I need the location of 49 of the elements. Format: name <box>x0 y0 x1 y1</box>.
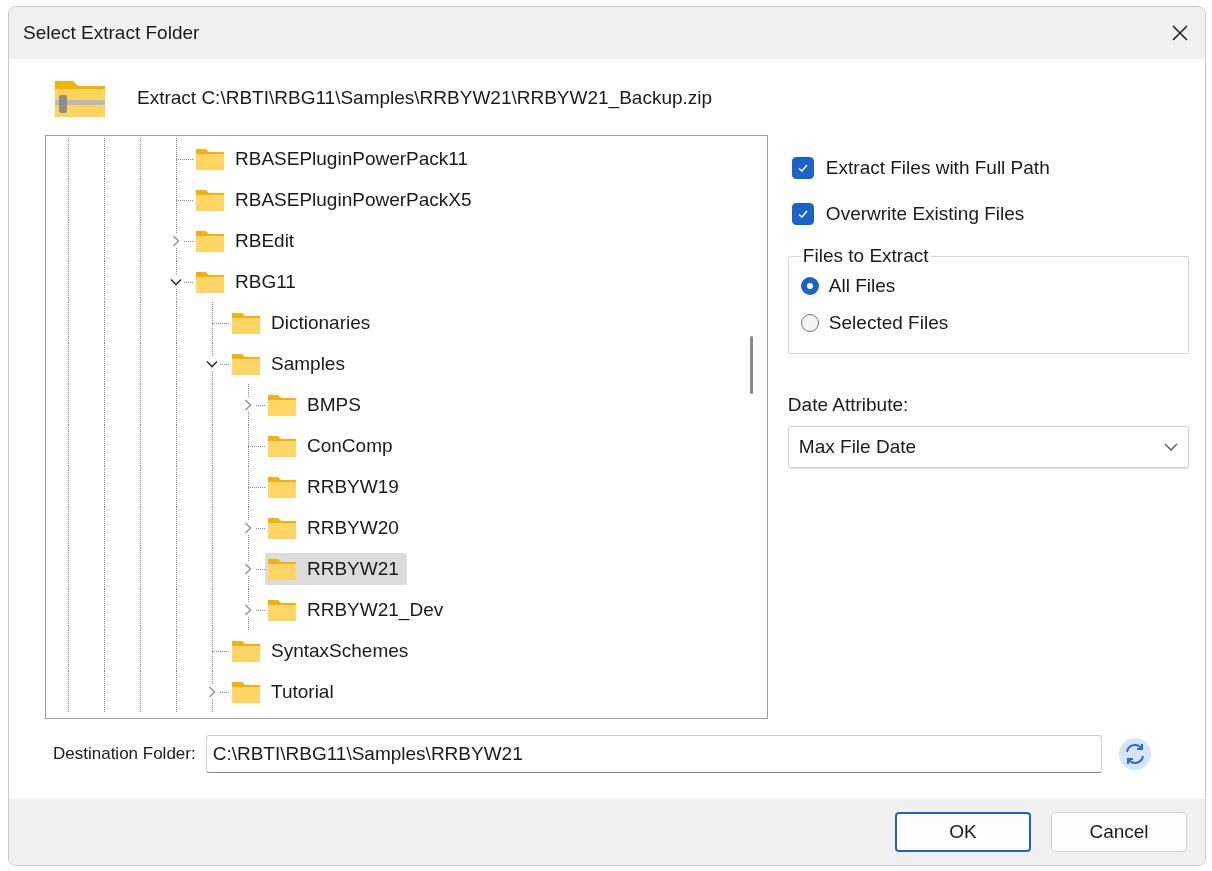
folder-icon <box>267 597 297 622</box>
tree-item[interactable]: RRBYW19 <box>265 470 407 503</box>
date-attribute-dropdown[interactable]: Max File Date <box>787 426 1189 468</box>
folder-icon <box>195 146 225 171</box>
folder-icon <box>195 269 225 294</box>
scrollbar-thumb[interactable] <box>749 336 753 394</box>
chevron-down-icon <box>1164 442 1178 452</box>
destination-label: Destination Folder: <box>53 744 196 764</box>
radio-button[interactable] <box>800 313 819 332</box>
tree-item[interactable]: ConComp <box>265 429 401 462</box>
folder-icon <box>231 638 261 663</box>
tree-item[interactable]: RRBYW21 <box>265 552 407 585</box>
radio-button[interactable] <box>800 276 819 295</box>
folder-icon <box>195 228 225 253</box>
refresh-icon[interactable] <box>1117 737 1152 771</box>
folder-icon <box>267 515 297 540</box>
tree-item[interactable]: Tutorial <box>229 675 342 708</box>
folder-icon <box>231 310 261 335</box>
destination-field[interactable]: C:\RBTI\RBG11\Samples\RRBYW21 <box>205 735 1102 773</box>
tree-item[interactable]: RBASEPluginPowerPackX5 <box>193 183 480 216</box>
folder-icon <box>267 392 297 417</box>
tree-item[interactable]: RBG11 <box>193 265 304 298</box>
checkbox-option[interactable]: Overwrite Existing Files <box>791 199 1189 229</box>
checkbox[interactable] <box>791 203 814 225</box>
checkbox-option[interactable]: Extract Files with Full Path <box>791 153 1189 183</box>
folder-icon <box>267 433 297 458</box>
close-icon[interactable] <box>1171 24 1189 42</box>
folder-icon <box>195 187 225 212</box>
checkbox[interactable] <box>791 157 814 179</box>
window-title: Select Extract Folder <box>23 22 200 44</box>
tree-item[interactable]: RBEdit <box>193 224 303 257</box>
dialog-button[interactable]: Cancel <box>1051 812 1187 852</box>
tree-item[interactable]: BMPS <box>265 388 369 421</box>
archive-path-label: Extract C:\RBTI\RBG11\Samples\RRBYW21\RRBYW21_Backup.zip <box>137 87 713 109</box>
dialog-button[interactable]: OK <box>895 812 1031 852</box>
tree-item[interactable]: RRBYW21_Dev <box>265 593 452 626</box>
folder-icon <box>231 679 261 704</box>
group-title: Files to Extract <box>801 245 930 267</box>
tree-item[interactable]: RBASEPluginPowerPack11 <box>193 142 477 175</box>
tree-item[interactable]: RRBYW20 <box>265 511 407 544</box>
date-attribute-label: Date Attribute: <box>787 394 910 416</box>
tree-item[interactable]: Samples <box>229 347 353 380</box>
radio-option[interactable]: Selected Files <box>800 304 1176 341</box>
folder-icon <box>231 351 261 376</box>
tree-item[interactable]: Dictionaries <box>229 306 379 339</box>
radio-option[interactable]: All Files <box>800 267 1176 304</box>
folder-icon <box>267 474 297 499</box>
folder-icon <box>267 556 297 581</box>
tree-item[interactable]: SyntaxSchemes <box>229 634 417 667</box>
